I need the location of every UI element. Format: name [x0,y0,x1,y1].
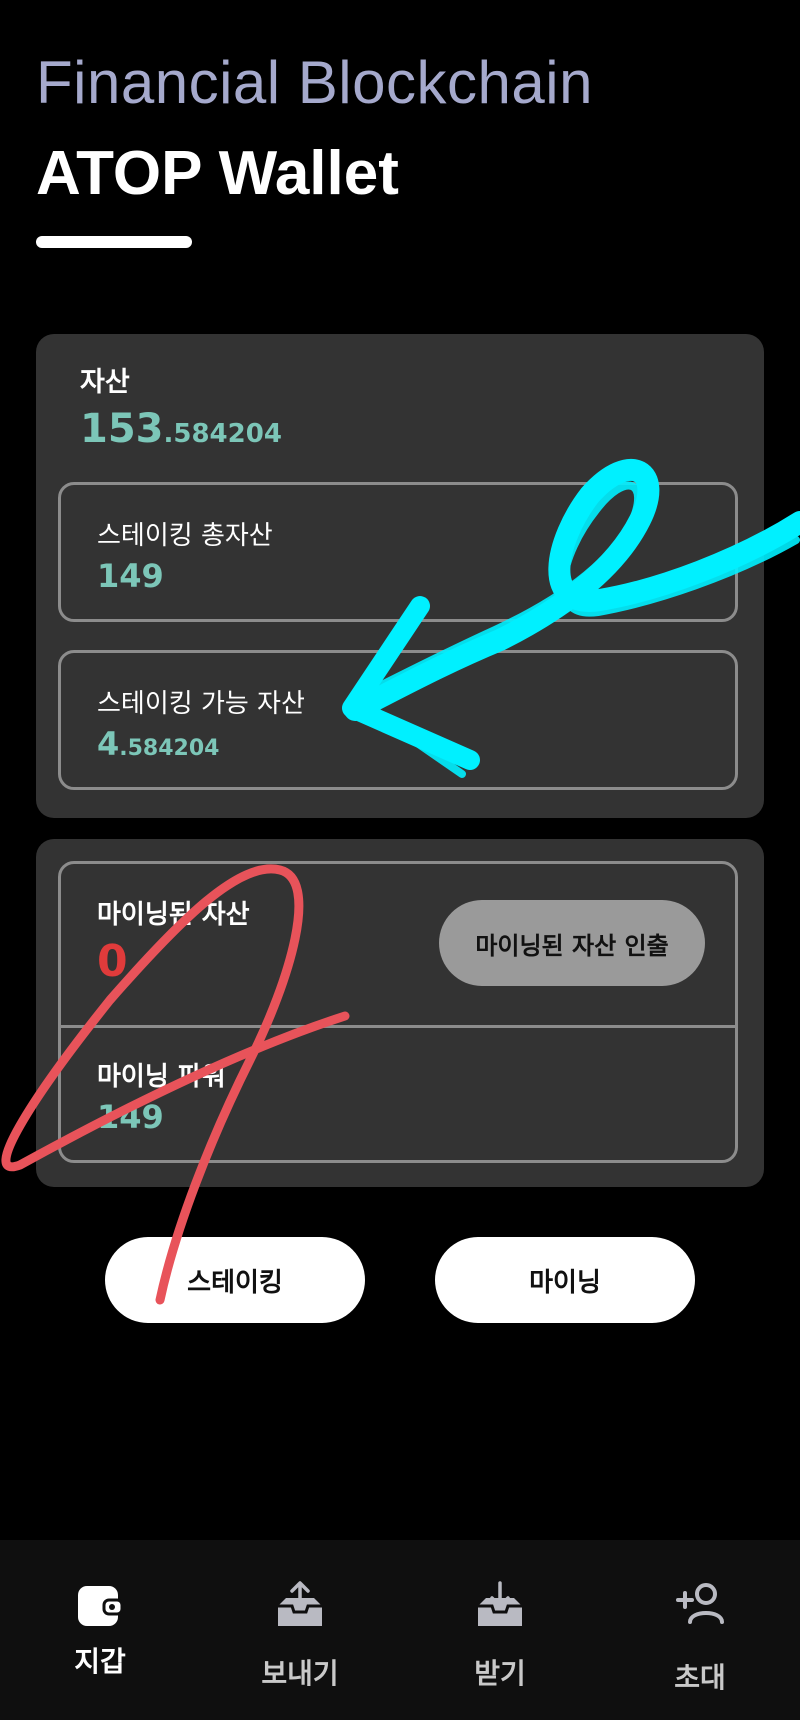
assets-value: 153.584204 [80,406,282,452]
staking-available-label: 스테이킹 가능 자산 [97,689,305,719]
tab-receive[interactable]: 받기 [400,1540,600,1720]
tab-send-label: 보내기 [261,1657,339,1690]
staking-total-label: 스테이킹 총자산 [97,521,273,551]
staking-available-dec: .584204 [119,736,220,761]
title-underline [36,236,192,248]
app-subtitle: Financial Blockchain [36,49,593,116]
assets-value-dec: .584204 [163,419,282,449]
staking-total-box: 스테이킹 총자산 149 [58,482,738,622]
mining-card: 마이닝된 자산 0 마이닝된 자산 인출 마이닝 파워 149 [36,839,764,1187]
staking-available-box: 스테이킹 가능 자산 4.584204 [58,650,738,790]
mining-power-label: 마이닝 파워 [97,1062,226,1092]
tab-receive-label: 받기 [474,1657,526,1690]
app-title: ATOP Wallet [36,139,399,208]
wallet-icon [78,1586,124,1626]
tab-wallet-label: 지갑 [74,1645,126,1678]
invite-icon [676,1583,724,1624]
mining-power-value: 149 [97,1098,164,1136]
mining-divider [61,1025,735,1028]
bottom-tab-bar: 지갑 보내기 받기 초대 [0,1540,800,1720]
staking-available-value: 4.584204 [97,725,219,763]
assets-value-int: 153 [80,406,164,452]
mined-assets-label: 마이닝된 자산 [97,900,250,930]
tab-wallet[interactable]: 지갑 [0,1540,200,1720]
assets-label: 자산 [80,367,130,398]
tab-send[interactable]: 보내기 [200,1540,400,1720]
tab-invite-label: 초대 [674,1661,726,1694]
staking-button[interactable]: 스테이킹 [105,1237,365,1323]
staking-available-int: 4 [97,725,120,763]
tab-invite[interactable]: 초대 [600,1540,800,1720]
mining-button[interactable]: 마이닝 [435,1237,695,1323]
send-icon [278,1581,322,1626]
mining-box: 마이닝된 자산 0 마이닝된 자산 인출 마이닝 파워 149 [58,861,738,1163]
staking-total-value: 149 [97,557,164,595]
mined-assets-value: 0 [97,936,128,987]
assets-card: 자산 153.584204 스테이킹 총자산 149 스테이킹 가능 자산 4.… [36,334,764,818]
receive-icon [478,1581,522,1626]
withdraw-mined-button[interactable]: 마이닝된 자산 인출 [439,900,705,986]
